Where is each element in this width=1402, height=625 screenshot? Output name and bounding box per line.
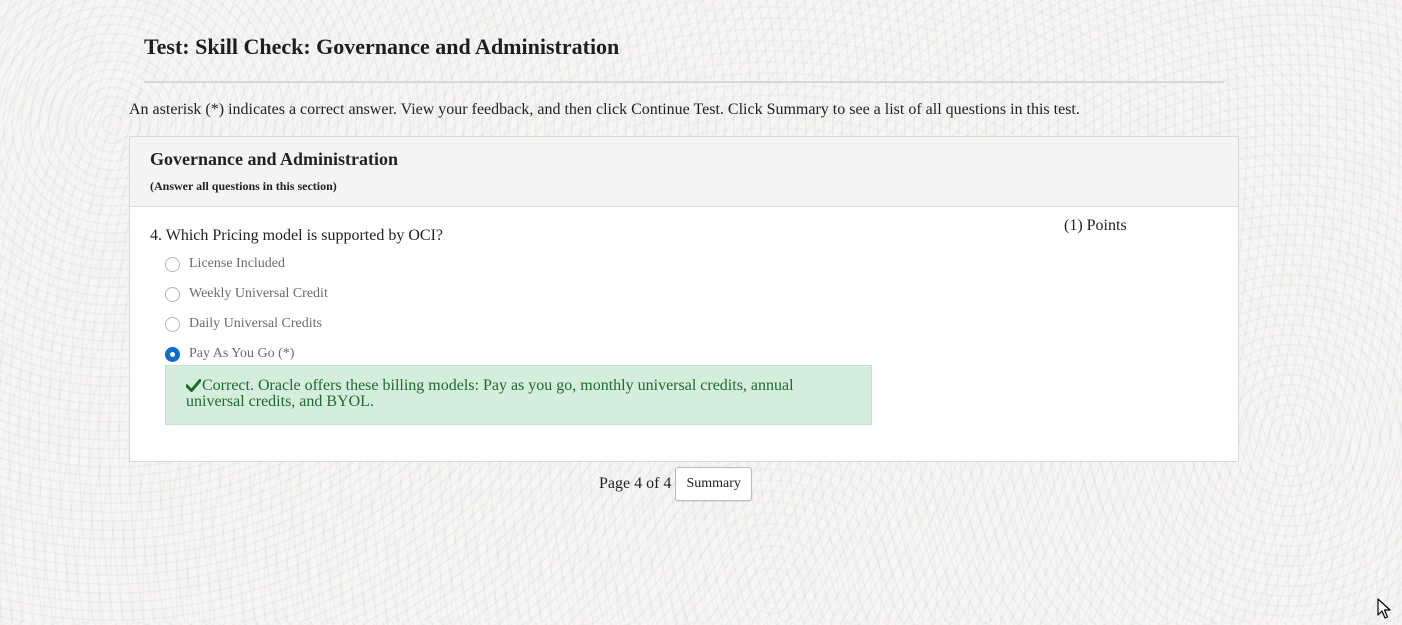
answer-option-weekly-universal-credit[interactable]: Weekly Universal Credit — [165, 284, 328, 304]
option-label: License Included — [189, 256, 286, 271]
radio-button[interactable] — [165, 316, 180, 332]
radio-button[interactable] — [165, 286, 180, 302]
option-label: Weekly Universal Credit — [189, 286, 328, 301]
answer-option-license-included[interactable]: License Included — [165, 254, 285, 274]
page-header: Test: Skill Check: Governance and Admini… — [144, 30, 1224, 83]
answer-option-daily-universal-credits[interactable]: Daily Universal Credits — [165, 314, 322, 334]
section-note: (Answer all questions in this section) — [150, 179, 337, 193]
page-title: Test: Skill Check: Governance and Admini… — [144, 34, 620, 59]
section-header: Governance and Administration (Answer al… — [130, 137, 1238, 207]
summary-button[interactable]: Summary — [675, 467, 752, 501]
radio-button-selected[interactable] — [165, 346, 180, 362]
question-points: (1) Points — [1064, 217, 1127, 234]
option-label: Pay As You Go (*) — [189, 346, 295, 361]
instructions-text: An asterisk (*) indicates a correct answ… — [129, 101, 1080, 118]
feedback-box: Correct. Oracle offers these billing mod… — [165, 365, 872, 425]
feedback-text: Correct. Oracle offers these billing mod… — [186, 377, 794, 410]
radio-button[interactable] — [165, 256, 180, 272]
mouse-cursor-icon — [1377, 598, 1391, 620]
pagination: Page 4 of 4 Summary — [599, 467, 752, 501]
question-text: 4. Which Pricing model is supported by O… — [150, 227, 443, 244]
page-indicator: Page 4 of 4 — [599, 475, 672, 492]
answer-option-pay-as-you-go[interactable]: Pay As You Go (*) — [165, 344, 294, 364]
checkmark-icon — [186, 379, 201, 392]
question-panel: Governance and Administration (Answer al… — [129, 136, 1239, 462]
section-title: Governance and Administration — [150, 149, 399, 169]
option-label: Daily Universal Credits — [189, 316, 322, 331]
